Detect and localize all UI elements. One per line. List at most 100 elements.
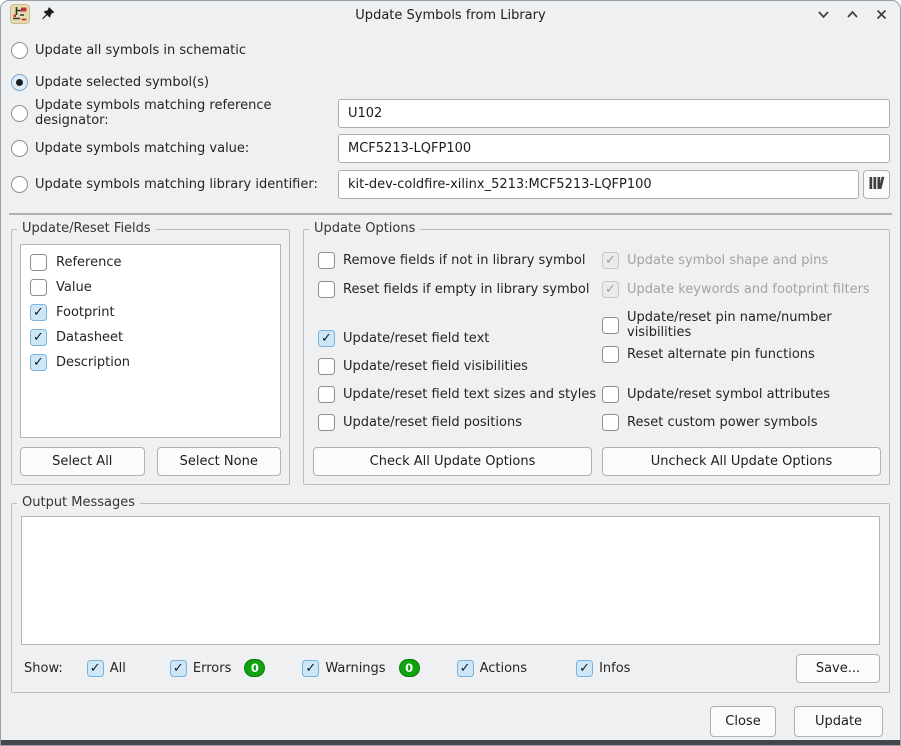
window-close-button[interactable] bbox=[871, 6, 891, 26]
checkbox-field-sizes-styles[interactable] bbox=[318, 386, 335, 403]
filter-infos: Infos bbox=[576, 660, 630, 677]
checkbox-show-infos[interactable] bbox=[576, 660, 593, 677]
option-keywords-filters: Update keywords and footprint filters bbox=[602, 279, 881, 299]
field-row-value: Value bbox=[21, 275, 280, 300]
check-all-options-button[interactable]: Check All Update Options bbox=[313, 447, 592, 476]
checkbox-label: Update/reset pin name/number visibilitie… bbox=[627, 310, 881, 340]
dialog-title: Update Symbols from Library bbox=[1, 8, 900, 23]
checkbox-reset-empty-fields[interactable] bbox=[318, 281, 335, 298]
output-messages-area bbox=[21, 516, 880, 645]
chevron-down-icon bbox=[816, 7, 831, 25]
checkbox-label: Update keywords and footprint filters bbox=[627, 282, 870, 297]
close-button[interactable]: Close bbox=[710, 706, 776, 737]
scope-option-reference: Update symbols matching reference design… bbox=[11, 98, 890, 128]
checkbox-custom-power-symbols[interactable] bbox=[602, 414, 619, 431]
option-field-text: Update/reset field text bbox=[318, 328, 597, 348]
checkbox-label: Update symbol shape and pins bbox=[627, 253, 828, 268]
value-input[interactable] bbox=[338, 134, 890, 163]
checkbox-show-errors[interactable] bbox=[170, 660, 187, 677]
field-row-description: Description bbox=[21, 350, 280, 375]
radio-match-reference[interactable] bbox=[11, 105, 28, 122]
save-button[interactable]: Save... bbox=[796, 654, 880, 683]
checkbox-show-warnings[interactable] bbox=[302, 660, 319, 677]
radio-label: Update all symbols in schematic bbox=[35, 43, 246, 58]
window-maximize-button[interactable] bbox=[842, 6, 862, 26]
checkbox-label: Errors bbox=[193, 661, 231, 676]
field-row-datasheet: Datasheet bbox=[21, 325, 280, 350]
checkbox-remove-fields[interactable] bbox=[318, 252, 335, 269]
fields-listbox[interactable]: Reference Value Footprint Datasheet bbox=[20, 244, 281, 438]
filter-errors: Errors 0 bbox=[170, 659, 265, 677]
radio-label: Update symbols matching library identifi… bbox=[35, 177, 318, 192]
option-pin-visibilities: Update/reset pin name/number visibilitie… bbox=[602, 315, 881, 335]
radio-match-value[interactable] bbox=[11, 140, 28, 157]
field-row-reference: Reference bbox=[21, 250, 280, 275]
chevron-up-icon bbox=[845, 7, 860, 25]
group-title: Update Options bbox=[309, 221, 420, 236]
radio-update-selected[interactable] bbox=[11, 74, 28, 91]
checkbox-show-actions[interactable] bbox=[457, 660, 474, 677]
checkbox-show-all[interactable] bbox=[87, 660, 104, 677]
checkbox-label: Actions bbox=[480, 661, 528, 676]
option-field-positions: Update/reset field positions bbox=[318, 412, 597, 432]
checkbox-field-text[interactable] bbox=[318, 330, 335, 347]
checkbox-datasheet[interactable] bbox=[30, 329, 47, 346]
checkbox-description[interactable] bbox=[30, 354, 47, 371]
kicad-eeschema-icon bbox=[10, 4, 30, 28]
section-separator bbox=[9, 213, 892, 215]
group-title: Output Messages bbox=[17, 495, 140, 510]
library-books-icon bbox=[868, 175, 885, 194]
option-custom-power-symbols: Reset custom power symbols bbox=[602, 412, 881, 432]
checkbox-pin-visibilities[interactable] bbox=[602, 317, 619, 334]
checkbox-label: Reference bbox=[56, 255, 121, 270]
checkbox-symbol-attributes[interactable] bbox=[602, 386, 619, 403]
radio-match-library-id[interactable] bbox=[11, 176, 28, 193]
select-none-button[interactable]: Select None bbox=[157, 447, 282, 476]
checkbox-label: Update/reset field visibilities bbox=[343, 359, 528, 374]
checkbox-label: Update/reset field text sizes and styles bbox=[343, 387, 596, 402]
checkbox-label: All bbox=[110, 661, 126, 676]
option-field-visibilities: Update/reset field visibilities bbox=[318, 356, 597, 376]
checkbox-field-positions[interactable] bbox=[318, 414, 335, 431]
window-bottom-edge bbox=[1, 740, 900, 745]
window-minimize-button[interactable] bbox=[813, 6, 833, 26]
update-button[interactable]: Update bbox=[794, 706, 883, 737]
scope-option-library-id: Update symbols matching library identifi… bbox=[11, 169, 890, 199]
radio-update-all[interactable] bbox=[11, 42, 28, 59]
option-remove-fields: Remove fields if not in library symbol bbox=[318, 250, 597, 270]
filter-warnings: Warnings 0 bbox=[302, 659, 419, 677]
checkbox-label: Update/reset field positions bbox=[343, 415, 522, 430]
output-messages-group: Output Messages Show: All Errors 0 Warni… bbox=[11, 503, 890, 693]
titlebar[interactable]: Update Symbols from Library bbox=[1, 1, 900, 30]
checkbox-field-visibilities[interactable] bbox=[318, 358, 335, 375]
uncheck-all-options-button[interactable]: Uncheck All Update Options bbox=[602, 447, 881, 476]
checkbox-label: Value bbox=[56, 280, 92, 295]
library-identifier-input[interactable] bbox=[338, 170, 859, 199]
checkbox-label: Reset custom power symbols bbox=[627, 415, 818, 430]
update-symbols-dialog: Update Symbols from Library bbox=[0, 0, 901, 746]
pin-icon[interactable] bbox=[40, 6, 55, 25]
radio-label: Update selected symbol(s) bbox=[35, 75, 209, 90]
checkbox-footprint[interactable] bbox=[30, 304, 47, 321]
checkbox-alternate-pin-functions[interactable] bbox=[602, 346, 619, 363]
radio-label: Update symbols matching value: bbox=[35, 141, 249, 156]
browse-library-button[interactable] bbox=[863, 170, 890, 199]
select-all-button[interactable]: Select All bbox=[20, 447, 145, 476]
warnings-count-badge: 0 bbox=[399, 659, 420, 677]
group-title: Update/Reset Fields bbox=[17, 221, 156, 236]
close-icon bbox=[874, 7, 889, 25]
option-field-sizes-styles: Update/reset field text sizes and styles bbox=[318, 384, 597, 404]
checkbox-symbol-shape-pins bbox=[602, 252, 619, 269]
checkbox-value[interactable] bbox=[30, 279, 47, 296]
scope-option-all: Update all symbols in schematic bbox=[11, 38, 890, 62]
option-alternate-pin-functions: Reset alternate pin functions bbox=[602, 344, 881, 364]
checkbox-label: Footprint bbox=[56, 305, 115, 320]
show-label: Show: bbox=[24, 661, 63, 676]
update-reset-fields-group: Update/Reset Fields Reference Value Foot… bbox=[11, 229, 290, 485]
checkbox-reference[interactable] bbox=[30, 254, 47, 271]
checkbox-keywords-filters bbox=[602, 281, 619, 298]
filter-actions: Actions bbox=[457, 660, 528, 677]
filter-all: All bbox=[87, 660, 126, 677]
option-symbol-shape-pins: Update symbol shape and pins bbox=[602, 250, 881, 270]
reference-designator-input[interactable] bbox=[338, 99, 890, 128]
